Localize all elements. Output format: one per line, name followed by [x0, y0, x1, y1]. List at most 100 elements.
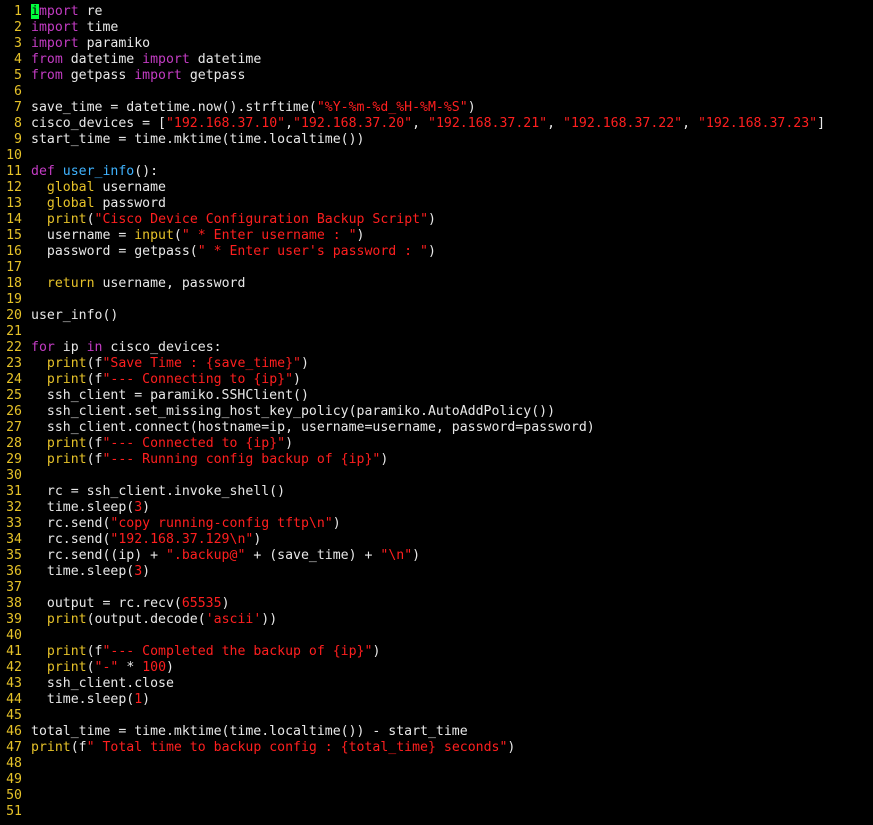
code-line[interactable]: 2 import time: [0, 20, 873, 36]
code-line[interactable]: 40: [0, 628, 873, 644]
code-token: *: [118, 660, 143, 675]
code-line[interactable]: 3 import paramiko: [0, 36, 873, 52]
code-line[interactable]: 27 ssh_client.connect(hostname=ip, usern…: [0, 420, 873, 436]
code-line[interactable]: 15 username = input(" * Enter username :…: [0, 228, 873, 244]
code-line[interactable]: 10: [0, 148, 873, 164]
code-line[interactable]: 6: [0, 84, 873, 100]
code-line[interactable]: 23 print(f"Save Time : {save_time}"): [0, 356, 873, 372]
code-text: print("-" * 100): [31, 660, 174, 675]
code-line[interactable]: 18 return username, password: [0, 276, 873, 292]
code-text: print(f"Save Time : {save_time}"): [31, 356, 309, 371]
code-line[interactable]: 37: [0, 580, 873, 596]
line-number: 17: [6, 260, 22, 275]
code-line[interactable]: 32 time.sleep(3): [0, 500, 873, 516]
code-token: ): [428, 212, 436, 227]
code-token: return: [46, 276, 95, 291]
code-line[interactable]: 48: [0, 756, 873, 772]
code-line[interactable]: 9 start_time = time.mktime(time.localtime…: [0, 132, 873, 148]
code-line[interactable]: 26 ssh_client.set_missing_host_key_polic…: [0, 404, 873, 420]
code-line[interactable]: 17: [0, 260, 873, 276]
code-line[interactable]: 49: [0, 772, 873, 788]
code-line[interactable]: 39 print(output.decode('ascii')): [0, 612, 873, 628]
code-line[interactable]: 46 total_time = time.mktime(time.localtim…: [0, 724, 873, 740]
code-token: username: [94, 180, 166, 195]
code-line[interactable]: 22 for ip in cisco_devices:: [0, 340, 873, 356]
code-line[interactable]: 8 cisco_devices = ["192.168.37.10","192.1…: [0, 116, 873, 132]
code-token: ():: [134, 164, 159, 179]
code-line[interactable]: 30: [0, 468, 873, 484]
code-text: import paramiko: [31, 36, 150, 51]
code-text: global username: [31, 180, 166, 195]
line-number: 29: [6, 452, 22, 467]
line-number: 25: [6, 388, 22, 403]
code-line[interactable]: 34 rc.send("192.168.37.129\n"): [0, 532, 873, 548]
status-line: [0, 820, 873, 825]
code-line[interactable]: 20 user_info(): [0, 308, 873, 324]
code-token: ,: [285, 116, 294, 131]
code-token: "Save Time : {save_time}": [102, 356, 301, 371]
code-line[interactable]: 4 from datetime import datetime: [0, 52, 873, 68]
code-line[interactable]: 16 password = getpass(" * Enter user's p…: [0, 244, 873, 260]
line-number: 12: [6, 180, 22, 195]
code-line[interactable]: 45: [0, 708, 873, 724]
code-line[interactable]: 31 rc = ssh_client.invoke_shell(): [0, 484, 873, 500]
code-token: ): [285, 436, 294, 451]
code-line[interactable]: 42 print("-" * 100): [0, 660, 873, 676]
code-editor[interactable]: 1 import re 2 import time 3 import paramiko 4 f…: [0, 4, 873, 820]
code-line[interactable]: 47 print(f" Total time to backup config :…: [0, 740, 873, 756]
code-line[interactable]: 33 rc.send("copy running-config tftp\n"): [0, 516, 873, 532]
line-number: 19: [6, 292, 22, 307]
line-number: 27: [6, 420, 22, 435]
code-line[interactable]: 41 print(f"--- Completed the backup of {…: [0, 644, 873, 660]
code-token: ssh_client.connect(hostname=ip, username…: [31, 420, 595, 435]
code-line[interactable]: 1 import re: [0, 4, 873, 20]
code-token: rc.send(: [31, 532, 111, 547]
code-token: ,: [412, 116, 429, 131]
code-line[interactable]: 38 output = rc.recv(65535): [0, 596, 873, 612]
code-line[interactable]: 28 print(f"--- Connected to {ip}"): [0, 436, 873, 452]
line-number: 51: [6, 804, 22, 819]
code-line[interactable]: 36 time.sleep(3): [0, 564, 873, 580]
code-line[interactable]: 7 save_time = datetime.now().strftime("%Y…: [0, 100, 873, 116]
code-token: password = getpass(: [31, 244, 198, 259]
code-line[interactable]: 5 from getpass import getpass: [0, 68, 873, 84]
code-line[interactable]: 35 rc.send((ip) + ".backup@" + (save_tim…: [0, 548, 873, 564]
line-number: 26: [6, 404, 22, 419]
code-token: "--- Connected to {ip}": [102, 436, 286, 451]
code-token: ): [372, 644, 381, 659]
code-line[interactable]: 12 global username: [0, 180, 873, 196]
code-line[interactable]: 21: [0, 324, 873, 340]
code-line[interactable]: 44 time.sleep(1): [0, 692, 873, 708]
code-token: print: [46, 660, 87, 675]
code-line[interactable]: 24 print(f"--- Connecting to {ip}"): [0, 372, 873, 388]
code-token: ): [356, 228, 365, 243]
code-line[interactable]: 43 ssh_client.close: [0, 676, 873, 692]
code-line[interactable]: 25 ssh_client = paramiko.SSHClient(): [0, 388, 873, 404]
code-token: for: [31, 340, 55, 355]
code-token: import: [31, 20, 79, 35]
line-number: 40: [6, 628, 22, 643]
line-number: 36: [6, 564, 22, 579]
code-line[interactable]: 29 print(f"--- Running config backup of …: [0, 452, 873, 468]
code-line[interactable]: 14 print("Cisco Device Configuration Bac…: [0, 212, 873, 228]
line-number: 1: [14, 4, 22, 19]
line-number: 18: [6, 276, 22, 291]
code-token: password: [94, 196, 166, 211]
code-line[interactable]: 51: [0, 804, 873, 820]
line-number: 5: [14, 68, 22, 83]
line-number: 37: [6, 580, 22, 595]
code-token: "192.168.37.10": [165, 116, 286, 131]
code-token: print: [46, 452, 87, 467]
code-line[interactable]: 13 global password: [0, 196, 873, 212]
code-text: for ip in cisco_devices:: [31, 340, 222, 355]
code-line[interactable]: 19: [0, 292, 873, 308]
code-token: ): [142, 564, 151, 579]
line-number: 38: [6, 596, 22, 611]
code-line[interactable]: 11 def user_info():: [0, 164, 873, 180]
code-line[interactable]: 50: [0, 788, 873, 804]
code-text: time.sleep(3): [31, 564, 150, 579]
code-text: ssh_client.set_missing_host_key_policy(p…: [31, 404, 555, 419]
code-token: in: [86, 340, 103, 355]
code-token: ): [467, 100, 476, 115]
code-token: (f: [86, 372, 103, 387]
